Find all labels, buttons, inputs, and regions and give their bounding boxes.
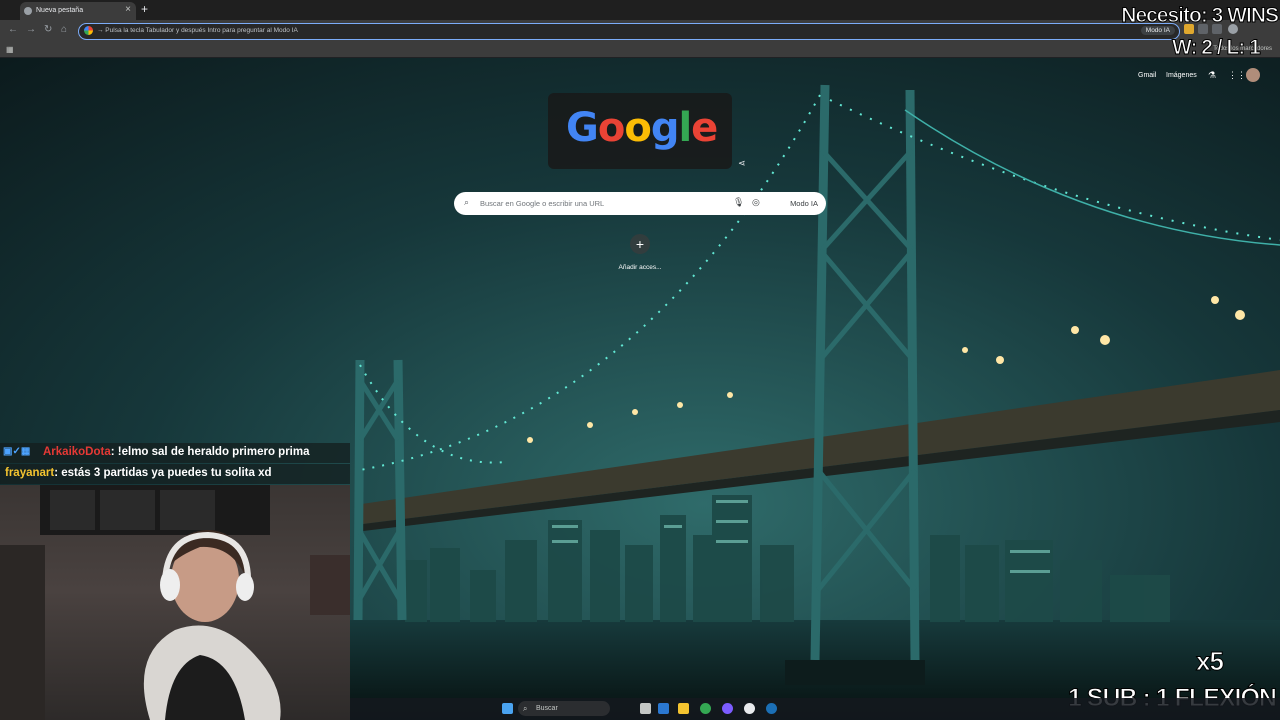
search-icon: ⌕ — [464, 197, 470, 207]
ntp-header-links: Gmail Imágenes ⚗ ⋮⋮ — [1138, 68, 1268, 84]
home-icon[interactable]: ⌂ — [61, 24, 67, 35]
gmail-link[interactable]: Gmail — [1138, 72, 1156, 79]
add-shortcut-button[interactable]: + — [630, 234, 650, 254]
labs-flask-icon[interactable]: ⚗ — [1208, 70, 1216, 81]
chrome-icon[interactable] — [700, 703, 711, 714]
chat-message: ▣✓▦ ArkaikoDota: !elmo sal de heraldo pr… — [0, 443, 350, 463]
chat-text: : !elmo sal de heraldo primero prima — [110, 446, 310, 458]
back-icon[interactable]: ← — [8, 24, 18, 35]
chat-username: frayanart — [5, 467, 55, 479]
webcam-feed — [0, 485, 350, 720]
bookmarks-bar: ▦ Todos los marcadores — [0, 42, 1280, 58]
tab-new-tab[interactable]: Nueva pestaña × — [20, 2, 136, 20]
apps-grid-icon[interactable]: ▦ — [6, 45, 14, 54]
ntp-search-box[interactable]: ⌕ Buscar en Google o escribir una URL 🎙 … — [454, 192, 826, 215]
forward-icon[interactable]: → — [26, 24, 36, 35]
tab-title: Nueva pestaña — [36, 7, 84, 14]
browser-toolbar: ← → ↻ ⌂ → Pulsa la tecla Tabulador y des… — [0, 20, 1280, 42]
google-lens-icon[interactable]: ◎ — [752, 197, 760, 208]
close-tab-icon[interactable]: × — [125, 4, 131, 15]
google-g-icon — [84, 26, 93, 35]
new-tab-button[interactable]: + — [141, 2, 148, 16]
steam-icon[interactable] — [766, 703, 777, 714]
wins-needed-overlay: Necesito: 3 WINS — [1121, 4, 1280, 28]
reload-icon[interactable]: ↻ — [44, 24, 52, 35]
google-doodle[interactable]: Google — [548, 93, 732, 169]
search-placeholder: Buscar en Google o escribir una URL — [480, 199, 605, 208]
tab-strip: Nueva pestaña × + — [0, 0, 1280, 20]
share-doodle-icon[interactable]: ⋖ — [738, 158, 746, 169]
multiplier-overlay: x5 — [1196, 646, 1225, 677]
search-icon: ⌕ — [523, 704, 528, 713]
account-avatar[interactable] — [1246, 68, 1260, 82]
address-bar-hint: → Pulsa la tecla Tabulador y después Int… — [97, 27, 298, 34]
file-explorer-icon[interactable] — [678, 703, 689, 714]
chat-badges-icon: ▣✓▦ — [3, 446, 31, 457]
obs-icon[interactable] — [744, 703, 755, 714]
task-view-icon[interactable] — [640, 703, 651, 714]
app-icon[interactable] — [722, 703, 733, 714]
streamer-silhouette — [0, 485, 350, 720]
images-link[interactable]: Imágenes — [1166, 72, 1197, 79]
taskbar-search-label: Buscar — [536, 705, 558, 712]
score-overlay: W: 2 / L: 1 — [1172, 36, 1262, 60]
google-apps-icon[interactable]: ⋮⋮ — [1228, 70, 1246, 81]
chrome-favicon-icon — [24, 7, 32, 15]
chat-message: frayanart: estás 3 partidas ya puedes tu… — [0, 464, 350, 484]
chat-username: ArkaikoDota — [43, 446, 111, 458]
add-shortcut-label: Añadir acces... — [618, 264, 662, 271]
windows-taskbar: ⌕ Buscar — [350, 698, 1280, 720]
google-logo: Google — [566, 105, 718, 151]
windows-start-icon[interactable] — [502, 703, 513, 714]
taskbar-search[interactable]: ⌕ Buscar — [518, 701, 610, 716]
address-bar[interactable]: → Pulsa la tecla Tabulador y después Int… — [78, 23, 1180, 40]
ai-mode-button[interactable]: Modo IA — [790, 199, 818, 208]
chat-text: : estás 3 partidas ya puedes tu solita x… — [54, 467, 272, 479]
microphone-icon[interactable]: 🎙 — [733, 197, 744, 208]
copilot-icon[interactable] — [658, 703, 669, 714]
